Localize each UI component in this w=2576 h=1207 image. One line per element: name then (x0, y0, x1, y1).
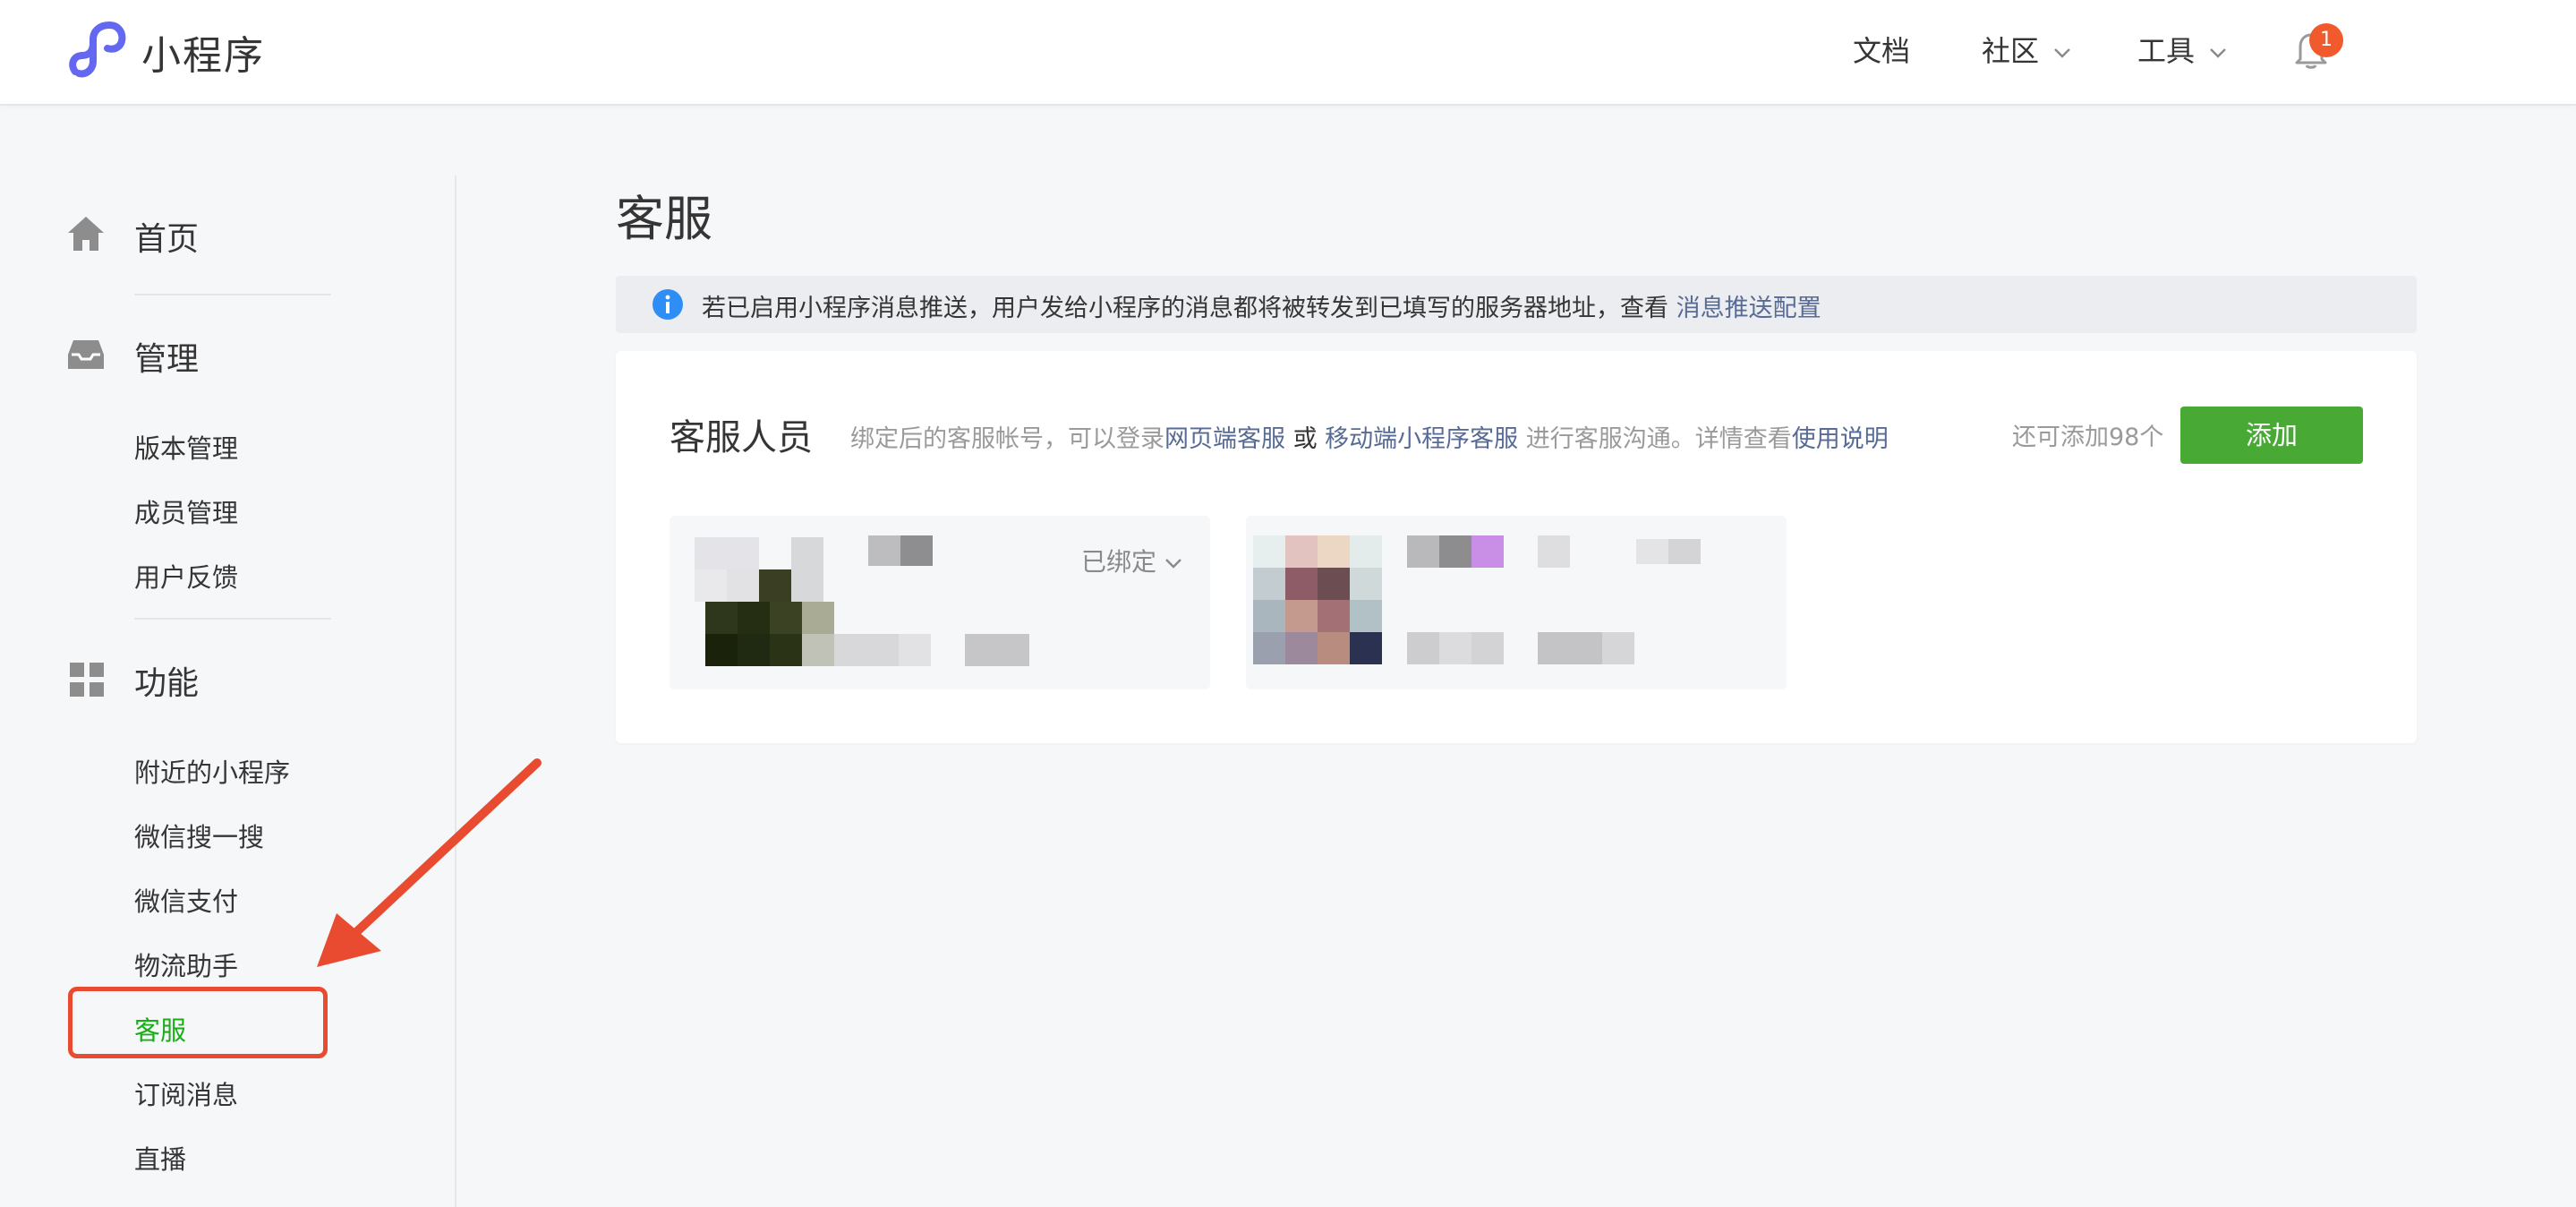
sidebar-divider-1 (134, 294, 331, 295)
desc-or: 或 (1285, 425, 1326, 453)
sidebar-item-nearby[interactable]: 附近的小程序 (134, 752, 290, 790)
link-web-service[interactable]: 网页端客服 (1164, 425, 1285, 453)
nav-tools-label: 工具 (2137, 34, 2196, 68)
avatar-blur (1285, 535, 1318, 568)
chevron-down-icon (2054, 48, 2071, 58)
sidebar-divider-2 (134, 618, 331, 620)
sidebar-group-features: 功能 (134, 665, 200, 702)
avatar-blur (1318, 632, 1350, 664)
annotation-highlight-box (68, 987, 328, 1058)
name-blur (1407, 535, 1439, 568)
info-blur (1602, 632, 1634, 664)
avatar-blur (1318, 535, 1350, 568)
sidebar-item-feedback[interactable]: 用户反馈 (134, 557, 238, 595)
sidebar-item-search[interactable]: 微信搜一搜 (134, 817, 264, 854)
chevron-down-icon (2210, 48, 2227, 58)
app-title: 小程序 (141, 33, 265, 79)
info-blur (1407, 632, 1439, 664)
avatar-blur (738, 602, 770, 634)
avatar-blur (695, 537, 759, 569)
avatar-blur (802, 602, 834, 634)
home-icon (68, 217, 104, 251)
avatar-blur (1350, 535, 1382, 568)
name-blur (900, 535, 933, 566)
name-blur (1439, 535, 1471, 568)
notice-link-push-config[interactable]: 消息推送配置 (1676, 295, 1821, 322)
notice-message: 若已启用小程序消息推送，用户发给小程序的消息都将被转发到已填写的服务器地址，查看 (702, 295, 1668, 322)
top-bar: 小程序 文档 社区 工具 1 (0, 0, 2576, 106)
avatar-blur (738, 634, 770, 666)
info-blur (965, 634, 1029, 666)
info-blur (1439, 632, 1471, 664)
member-status[interactable]: 已绑定 (1081, 543, 1182, 578)
inbox-icon (68, 340, 104, 369)
link-mobile-service[interactable]: 移动端小程序客服 (1325, 425, 1518, 453)
annotation-arrow-icon (317, 758, 542, 967)
avatar-blur (1285, 632, 1318, 664)
avatar-blur (770, 602, 802, 634)
info-blur (834, 634, 899, 666)
nav-tools[interactable]: 工具 (2137, 29, 2227, 70)
notice-text: 若已启用小程序消息推送，用户发给小程序的消息都将被转发到已填写的服务器地址，查看… (702, 288, 1821, 323)
sidebar-item-home[interactable]: 首页 (134, 213, 199, 260)
grid-icon (70, 663, 104, 697)
avatar-blur (1350, 632, 1382, 664)
avatar-blur (759, 569, 791, 602)
avatar-blur (1318, 568, 1350, 600)
avatar-blur (705, 602, 738, 634)
avatar-blur (770, 634, 802, 666)
desc-mid: 进行客服沟通。详情查看 (1518, 425, 1792, 453)
sidebar-item-members[interactable]: 成员管理 (134, 492, 238, 530)
avatar-blur (1253, 600, 1285, 632)
sidebar-group-manage: 管理 (134, 341, 200, 378)
chevron-down-icon (1165, 559, 1181, 569)
member-card[interactable]: 已绑定 (670, 516, 1210, 689)
avatar-blur (1318, 600, 1350, 632)
avatar-blur (1350, 568, 1382, 600)
nav-community-label: 社区 (1982, 34, 2040, 68)
sidebar-item-version[interactable]: 版本管理 (134, 428, 238, 466)
add-button[interactable]: 添加 (2180, 407, 2363, 464)
avatar-blur (1285, 600, 1318, 632)
notice-bar: 若已启用小程序消息推送，用户发给小程序的消息都将被转发到已填写的服务器地址，查看… (616, 276, 2417, 333)
member-status-label: 已绑定 (1081, 547, 1157, 577)
info-icon (653, 289, 683, 320)
card-description: 绑定后的客服帐号，可以登录网页端客服 或 移动端小程序客服 进行客服沟通。详情查… (850, 419, 1889, 454)
avatar-blur (1350, 600, 1382, 632)
info-blur (1538, 632, 1602, 664)
avatar-blur (695, 569, 727, 602)
avatar-blur (1285, 568, 1318, 600)
name-blur (1668, 539, 1701, 564)
nav-community[interactable]: 社区 (1982, 29, 2071, 70)
info-blur (1471, 632, 1504, 664)
avatar-blur (1253, 568, 1285, 600)
customer-service-card: 客服人员 绑定后的客服帐号，可以登录网页端客服 或 移动端小程序客服 进行客服沟… (616, 351, 2417, 743)
avatar-blur (802, 634, 834, 666)
avatar-blur (727, 569, 759, 602)
page-title: 客服 (616, 191, 712, 247)
name-blur (1471, 535, 1504, 568)
nav-docs[interactable]: 文档 (1853, 29, 1910, 70)
card-title: 客服人员 (670, 417, 813, 458)
name-blur (868, 535, 900, 566)
miniprogram-logo-icon[interactable] (66, 20, 129, 82)
notification-badge: 1 (2309, 23, 2343, 57)
sidebar-item-logistics[interactable]: 物流助手 (134, 946, 238, 983)
link-usage-guide[interactable]: 使用说明 (1792, 425, 1889, 453)
name-blur (1636, 539, 1668, 564)
avatar-blur (1253, 535, 1285, 568)
remaining-count: 还可添加98个 (2012, 424, 2164, 451)
sidebar-item-pay[interactable]: 微信支付 (134, 881, 238, 919)
name-blur (1538, 535, 1570, 568)
avatar-blur (1253, 632, 1285, 664)
nav-docs-label: 文档 (1853, 34, 1911, 68)
info-blur (899, 634, 931, 666)
avatar-blur (791, 537, 823, 602)
desc-prefix: 绑定后的客服帐号，可以登录 (850, 425, 1164, 453)
sidebar-divider (455, 175, 456, 1207)
avatar-blur (705, 634, 738, 666)
member-card[interactable] (1246, 516, 1787, 689)
sidebar-item-subscribe[interactable]: 订阅消息 (134, 1074, 238, 1112)
sidebar-item-live[interactable]: 直播 (134, 1139, 186, 1177)
